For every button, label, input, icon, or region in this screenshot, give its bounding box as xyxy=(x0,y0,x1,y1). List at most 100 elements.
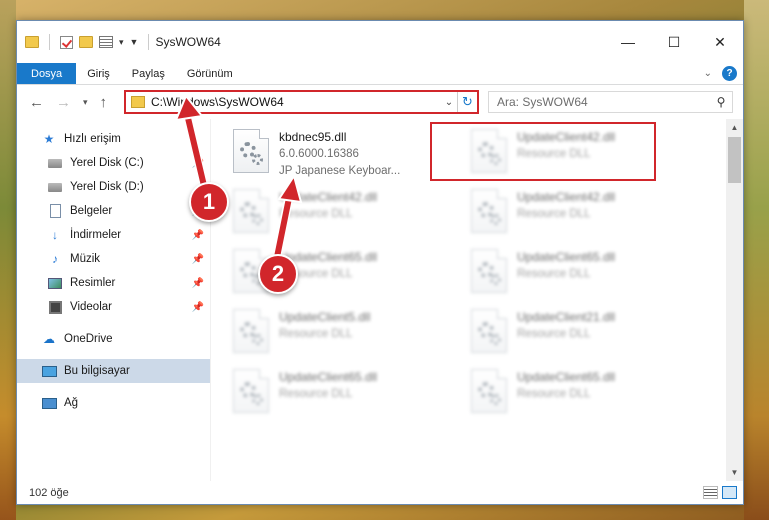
file-description: JP Japanese Keyboar... xyxy=(279,165,401,177)
sidebar-item-quick-access[interactable]: ★ Hızlı erişim xyxy=(17,127,210,151)
pin-icon: 📌 xyxy=(191,229,204,241)
view-switcher xyxy=(703,486,737,499)
address-dropdown-icon[interactable]: ⌄ xyxy=(441,97,457,108)
file-description: Resource DLL xyxy=(279,388,353,400)
sidebar-item-network[interactable]: Ağ xyxy=(17,391,210,415)
file-item[interactable]: UpdateClient65.dll Resource DLL xyxy=(471,365,709,425)
address-path[interactable]: C:\Windows\SysWOW64 xyxy=(151,95,441,109)
vertical-scrollbar[interactable]: ▲ ▼ xyxy=(726,119,743,481)
refresh-icon[interactable]: ↻ xyxy=(457,92,477,112)
file-name: UpdateClient42.dll xyxy=(517,190,616,204)
file-item[interactable]: UpdateClient42.dll Resource DLL xyxy=(471,185,709,245)
large-icons-view-icon[interactable] xyxy=(722,486,737,499)
dropdown-arrow-icon[interactable]: ▾ xyxy=(119,37,124,48)
sidebar-item-label: Ağ xyxy=(64,397,79,409)
sidebar-item-documents[interactable]: Belgeler 📌 xyxy=(17,199,210,223)
dll-file-icon xyxy=(471,249,507,293)
sidebar-item-label: Yerel Disk (D:) xyxy=(70,181,144,193)
pin-icon: 📌 xyxy=(191,301,204,313)
properties-icon[interactable] xyxy=(99,36,113,48)
customize-toolbar-icon[interactable]: ▼ xyxy=(130,37,139,47)
dll-file-icon xyxy=(471,129,507,173)
step-badge-1: 1 xyxy=(189,182,229,222)
cloud-icon: ☁ xyxy=(43,332,55,346)
address-bar[interactable]: C:\Windows\SysWOW64 ⌄ ↻ xyxy=(124,90,479,114)
expand-ribbon-icon[interactable]: ⌄ xyxy=(704,68,712,79)
sidebar-item-this-pc[interactable]: Bu bilgisayar xyxy=(17,359,210,383)
sidebar-item-label: Yerel Disk (C:) xyxy=(70,157,144,169)
tab-share[interactable]: Paylaş xyxy=(121,63,176,84)
file-list-pane: kbdnec95.dll 6.0.6000.16386 JP Japanese … xyxy=(211,119,743,481)
status-bar: 102 öğe xyxy=(17,481,743,505)
forward-arrow-icon[interactable]: → xyxy=(56,94,71,111)
file-description: Resource DLL xyxy=(517,148,591,160)
address-row: ← → ▾ ↑ C:\Windows\SysWOW64 ⌄ ↻ ⚲ xyxy=(17,85,743,119)
file-item[interactable]: UpdateClient5.dll Resource DLL xyxy=(233,305,471,365)
recent-locations-icon[interactable]: ▾ xyxy=(83,97,88,108)
sidebar-item-videos[interactable]: Videolar 📌 xyxy=(17,295,210,319)
details-view-icon[interactable] xyxy=(703,486,718,499)
file-description: Resource DLL xyxy=(517,208,591,220)
sidebar-item-downloads[interactable]: ↓ İndirmeler 📌 xyxy=(17,223,210,247)
dll-file-icon xyxy=(471,369,507,413)
navigation-pane: ★ Hızlı erişim Yerel Disk (C:) 📌 Yerel D… xyxy=(17,119,211,481)
explorer-window: ▾ ▼ SysWOW64 — ☐ ✕ Dosya Giriş Paylaş Gö… xyxy=(16,20,744,505)
new-folder-icon[interactable] xyxy=(79,36,93,48)
scroll-down-icon[interactable]: ▼ xyxy=(726,464,743,481)
file-version: 6.0.6000.16386 xyxy=(279,148,359,160)
scrollbar-thumb[interactable] xyxy=(728,137,741,183)
close-button[interactable]: ✕ xyxy=(697,21,743,63)
dll-file-icon xyxy=(471,309,507,353)
maximize-button[interactable]: ☐ xyxy=(651,21,697,63)
search-input[interactable] xyxy=(497,95,710,109)
document-icon xyxy=(47,204,63,218)
file-name: UpdateClient65.dll xyxy=(279,370,378,384)
star-icon: ★ xyxy=(43,132,55,146)
pin-icon: 📌 xyxy=(191,157,204,169)
sidebar-item-pictures[interactable]: Resimler 📌 xyxy=(17,271,210,295)
ribbon-tabs: Dosya Giriş Paylaş Görünüm ⌄ ? xyxy=(17,63,743,85)
desktop-background-left xyxy=(0,0,16,520)
file-item[interactable]: UpdateClient42.dll Resource DLL xyxy=(471,125,709,185)
file-name: UpdateClient42.dll xyxy=(517,130,616,144)
network-icon xyxy=(41,396,57,410)
up-arrow-icon[interactable]: ↑ xyxy=(100,94,108,111)
sidebar-item-label: Videolar xyxy=(70,301,112,313)
file-item[interactable]: UpdateClient42.dll Resource DLL xyxy=(233,185,471,245)
minimize-button[interactable]: — xyxy=(605,21,651,63)
file-item-kbdnec95[interactable]: kbdnec95.dll 6.0.6000.16386 JP Japanese … xyxy=(233,125,471,185)
sidebar-item-music[interactable]: ♪ Müzik 📌 xyxy=(17,247,210,271)
music-note-icon: ♪ xyxy=(52,252,58,266)
back-arrow-icon[interactable]: ← xyxy=(29,94,44,111)
tab-view[interactable]: Görünüm xyxy=(176,63,244,84)
dll-file-icon xyxy=(233,309,269,353)
window-title: SysWOW64 xyxy=(155,35,221,49)
pin-icon: 📌 xyxy=(191,277,204,289)
file-description: Resource DLL xyxy=(279,328,353,340)
toolbar-divider xyxy=(49,34,50,50)
search-icon[interactable]: ⚲ xyxy=(710,95,732,109)
help-icon[interactable]: ? xyxy=(722,66,737,81)
file-grid: kbdnec95.dll 6.0.6000.16386 JP Japanese … xyxy=(233,125,709,425)
properties-check-icon[interactable] xyxy=(60,35,73,49)
file-item[interactable]: UpdateClient65.dll Resource DLL xyxy=(233,365,471,425)
search-box[interactable]: ⚲ xyxy=(488,91,733,113)
desktop-background-right xyxy=(744,0,769,520)
sidebar-item-label: Hızlı erişim xyxy=(64,133,121,145)
file-item[interactable]: UpdateClient21.dll Resource DLL xyxy=(471,305,709,365)
tab-file[interactable]: Dosya xyxy=(17,63,77,84)
dll-file-icon xyxy=(233,189,269,233)
pin-icon: 📌 xyxy=(191,253,204,265)
window-controls: — ☐ ✕ xyxy=(605,21,743,63)
sidebar-item-label: Belgeler xyxy=(70,205,113,217)
tab-home[interactable]: Giriş xyxy=(76,63,121,84)
quick-access-toolbar: ▾ ▼ xyxy=(17,34,153,50)
scroll-up-icon[interactable]: ▲ xyxy=(726,119,743,136)
file-name: UpdateClient21.dll xyxy=(517,310,616,324)
folder-icon xyxy=(131,96,145,108)
sidebar-item-disk-d[interactable]: Yerel Disk (D:) xyxy=(17,175,210,199)
sidebar-item-onedrive[interactable]: ☁ OneDrive xyxy=(17,327,210,351)
file-item[interactable]: UpdateClient65.dll Resource DLL xyxy=(471,245,709,305)
sidebar-item-disk-c[interactable]: Yerel Disk (C:) 📌 xyxy=(17,151,210,175)
file-description: Resource DLL xyxy=(517,268,591,280)
